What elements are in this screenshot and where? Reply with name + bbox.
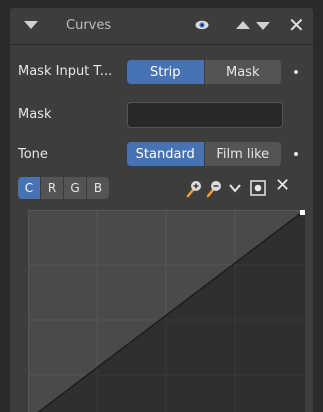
collapse-arrow-icon[interactable] [24,21,38,29]
mask-input-strip-option[interactable]: Strip [127,60,204,84]
clipping-icon[interactable] [250,180,266,196]
mask-field[interactable] [127,102,283,128]
curves-panel: Curves ✕ Mask Input T... Strip Mask Mask… [10,8,313,412]
move-down-icon[interactable] [256,22,270,30]
keyframe-dot-icon[interactable] [294,152,298,156]
zoom-in-icon[interactable] [186,180,202,198]
mask-label: Mask [18,107,52,122]
move-up-icon[interactable] [236,21,250,29]
panel-title: Curves [66,18,112,33]
mask-input-type-label: Mask Input T... [18,64,113,79]
zoom-out-icon[interactable] [206,180,222,198]
channel-b-button[interactable]: B [86,177,109,199]
keyframe-dot-icon[interactable] [294,70,298,74]
channel-c-button[interactable]: C [18,177,40,199]
eye-icon[interactable] [195,20,209,30]
tone-film-like-option[interactable]: Film like [203,142,281,166]
channel-r-button[interactable]: R [40,177,63,199]
close-icon[interactable]: ✕ [275,175,290,196]
channel-selector: C R G B [18,177,109,199]
panel-header[interactable]: Curves ✕ [10,8,313,45]
channel-g-button[interactable]: G [63,177,86,199]
chevron-down-icon[interactable] [228,182,242,194]
curve-graph[interactable] [28,210,305,412]
tone-standard-option[interactable]: Standard [127,142,204,166]
tone-selector: Standard Film like [127,142,281,166]
curve-point[interactable] [300,210,305,215]
mask-input-type-selector: Strip Mask [127,60,281,84]
mask-input-mask-option[interactable]: Mask [203,60,281,84]
tone-label: Tone [18,147,48,162]
close-icon[interactable]: ✕ [288,14,305,36]
